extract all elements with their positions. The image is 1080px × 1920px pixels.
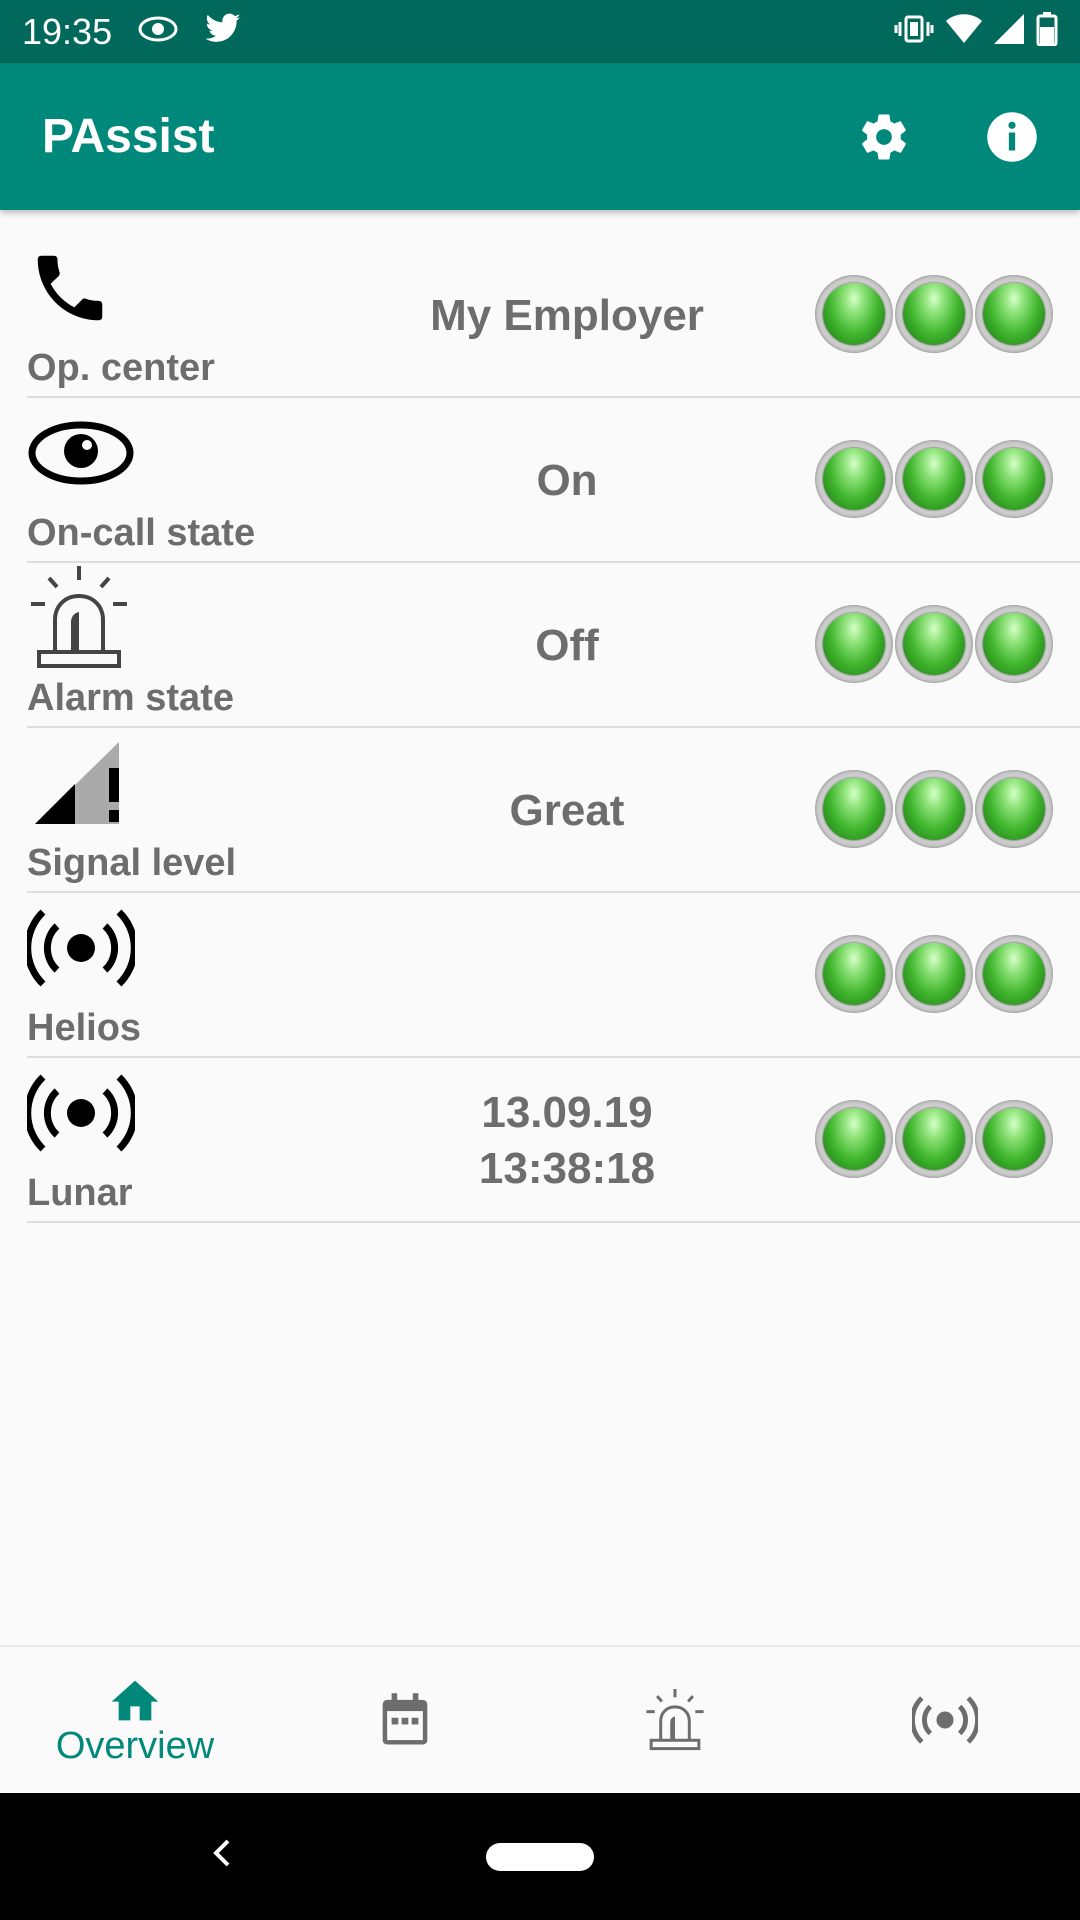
broadcast-icon [27, 1068, 137, 1158]
nav-calendar[interactable] [270, 1647, 540, 1793]
status-led [895, 605, 973, 683]
row-label: Lunar [27, 1172, 133, 1214]
status-led [975, 1100, 1053, 1178]
status-led [895, 770, 973, 848]
status-led [975, 935, 1053, 1013]
status-bar: 19:35 [0, 0, 1080, 63]
row-label: Signal level [27, 842, 237, 884]
status-row-op-center: My Employer Op. center [27, 233, 1080, 398]
status-leds [815, 770, 1053, 848]
eye-icon [27, 408, 137, 498]
status-led [895, 935, 973, 1013]
status-led [975, 770, 1053, 848]
status-row-lunar: 13.09.19 13:38:18 Lunar [27, 1058, 1080, 1223]
siren-icon [646, 1689, 704, 1751]
status-led [815, 770, 893, 848]
home-icon [111, 1680, 159, 1720]
home-pill-button[interactable] [486, 1842, 594, 1871]
status-leds [815, 605, 1053, 683]
info-button[interactable] [984, 109, 1040, 165]
twitter-icon [204, 13, 242, 50]
status-row-signal-level: Great Signal level [27, 728, 1080, 893]
row-value: My Employer [430, 290, 704, 340]
bottom-navigation: Overview [0, 1645, 1080, 1793]
status-led [975, 605, 1053, 683]
status-led [975, 275, 1053, 353]
status-leds [815, 440, 1053, 518]
app-title: PAssist [42, 110, 215, 163]
status-led [815, 605, 893, 683]
nav-overview-label: Overview [55, 1724, 215, 1767]
row-value: 13.09.19 [481, 1087, 653, 1137]
status-time: 19:35 [22, 10, 113, 52]
broadcast-icon [27, 903, 137, 993]
nav-broadcast[interactable] [810, 1647, 1080, 1793]
row-label: Alarm state [27, 677, 234, 719]
cell-signal-icon [994, 14, 1024, 49]
battery-icon [1036, 12, 1058, 51]
back-button[interactable] [206, 1833, 236, 1878]
status-led [815, 275, 893, 353]
phone-icon [27, 243, 137, 333]
row-value-secondary: 13:38:18 [478, 1143, 656, 1193]
row-value: On [536, 455, 598, 505]
status-led [975, 440, 1053, 518]
row-label: On-call state [27, 512, 256, 554]
back-icon [213, 1839, 230, 1867]
status-led [815, 935, 893, 1013]
system-navigation-bar [0, 1793, 1080, 1920]
wifi-icon [946, 14, 982, 49]
siren-icon [27, 566, 137, 668]
nav-alarm[interactable] [540, 1647, 810, 1793]
row-label: Helios [27, 1007, 142, 1049]
calendar-icon [382, 1693, 428, 1745]
info-icon [987, 111, 1037, 162]
status-leds [815, 275, 1053, 353]
app-bar: PAssist [0, 63, 1080, 210]
status-led [815, 440, 893, 518]
status-led [815, 1100, 893, 1178]
status-leds [815, 1100, 1053, 1178]
eye-icon [138, 15, 178, 48]
settings-button[interactable] [856, 109, 912, 165]
status-leds [815, 935, 1053, 1013]
vibrate-icon [894, 13, 934, 50]
status-row-alarm-state: Off Alarm state [27, 563, 1080, 728]
status-list: My Employer Op. center On On-call state [0, 233, 1080, 1223]
status-row-on-call-state: On On-call state [27, 398, 1080, 563]
status-led [895, 275, 973, 353]
status-row-helios: Helios [27, 893, 1080, 1058]
broadcast-icon [912, 1696, 978, 1744]
gear-icon [862, 114, 906, 160]
row-label: Op. center [27, 347, 215, 389]
signal-alert-icon [27, 738, 137, 828]
status-led [895, 440, 973, 518]
status-led [895, 1100, 973, 1178]
nav-overview[interactable]: Overview [0, 1647, 270, 1793]
row-value: Great [509, 785, 625, 835]
row-value: Off [535, 620, 599, 670]
